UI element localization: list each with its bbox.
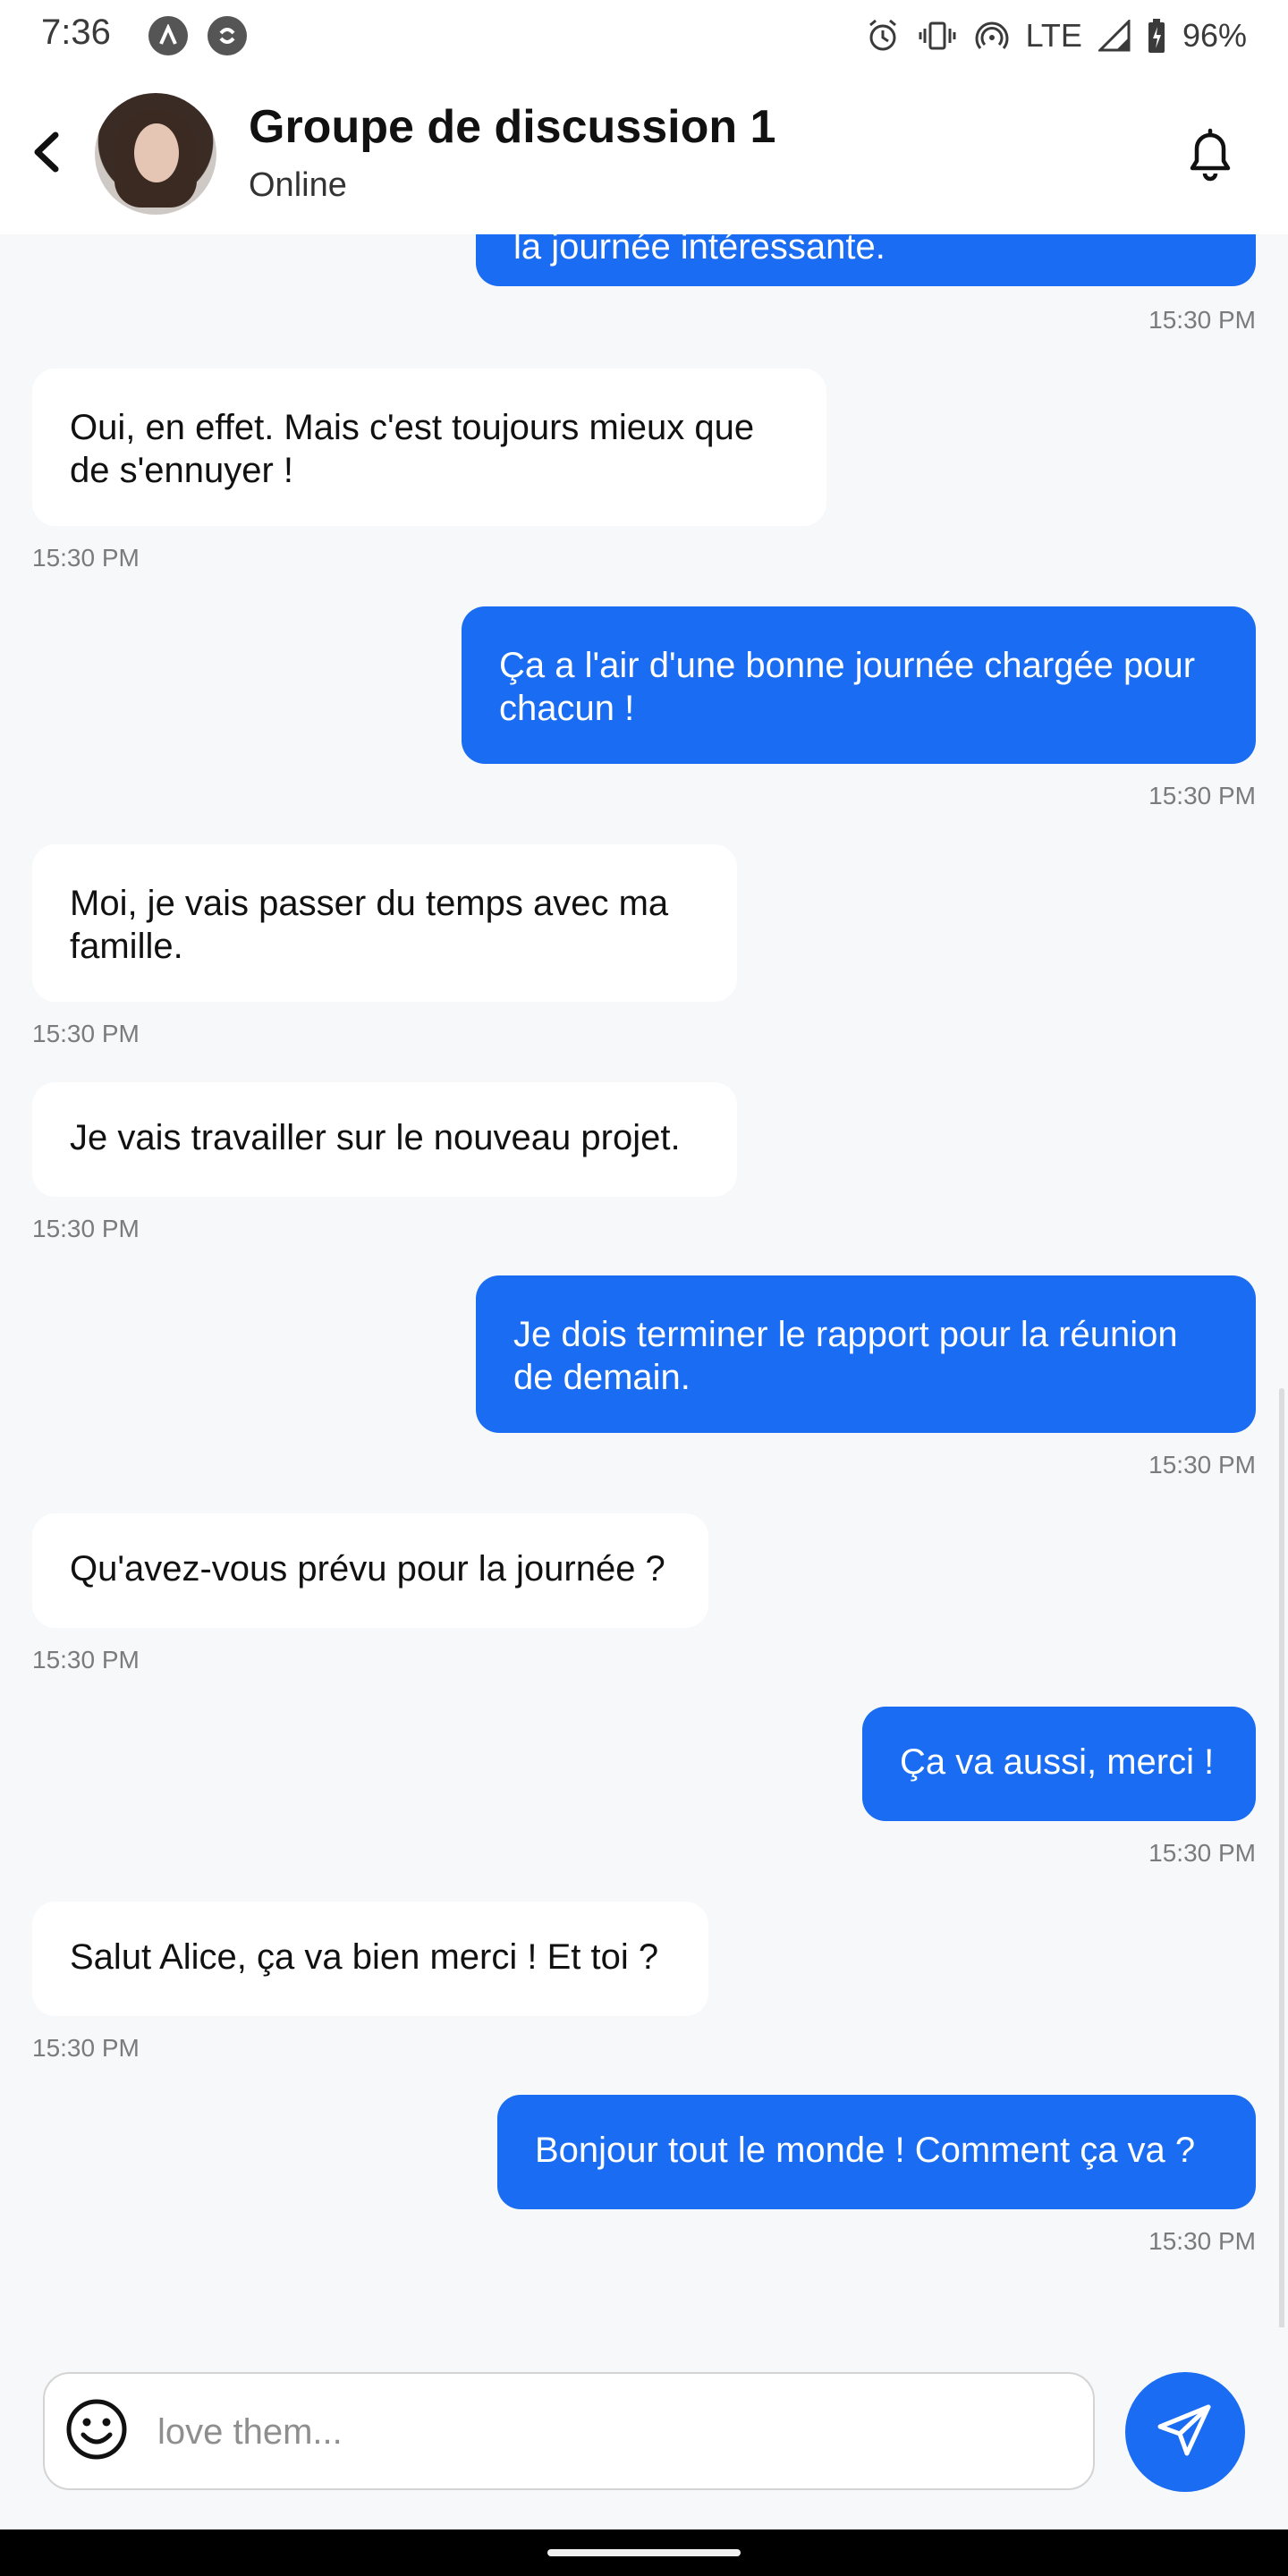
message-text: Qu'avez-vous prévu pour la journée ? [70, 1549, 665, 1589]
message-input-container [43, 2372, 1095, 2490]
network-type: LTE [1025, 17, 1082, 54]
message-text: Ça va aussi, merci ! [900, 1742, 1215, 1782]
message-text: Je dois terminer le rapport pour la réun… [513, 1315, 1178, 1397]
message-bubble-incoming: Salut Alice, ça va bien merci ! Et toi ? [32, 1902, 708, 2016]
message-text: Ça a l'air d'une bonne journée chargée p… [499, 646, 1196, 728]
back-button[interactable] [18, 125, 75, 182]
message-list[interactable]: la journée intéressante. 15:30 PM Oui, e… [0, 234, 1288, 2327]
message-timestamp: 15:30 PM [1148, 2227, 1256, 2255]
hotspot-icon [974, 18, 1010, 54]
message-bubble-outgoing: Ça a l'air d'une bonne journée chargée p… [462, 606, 1256, 764]
message-bubble-incoming: Je vais travailler sur le nouveau projet… [32, 1082, 737, 1197]
presence-status: Online [249, 166, 347, 204]
message-timestamp: 15:30 PM [1148, 1839, 1256, 1867]
emoji-button[interactable] [61, 2395, 132, 2467]
message-bubble-incoming: Qu'avez-vous prévu pour la journée ? [32, 1513, 708, 1628]
message-bubble-outgoing: la journée intéressante. [476, 234, 1256, 286]
system-nav-bar [0, 2529, 1288, 2576]
message-text: la journée intéressante. [513, 234, 886, 267]
paper-plane-icon [1157, 2402, 1214, 2463]
message-timestamp: 15:30 PM [32, 2034, 140, 2062]
message-timestamp: 15:30 PM [32, 544, 140, 572]
chat-header: Groupe de discussion 1 Online [0, 73, 1288, 234]
sync-notification-icon [208, 16, 247, 55]
message-bubble-outgoing: Bonjour tout le monde ! Comment ça va ? [497, 2095, 1256, 2209]
message-text: Je vais travailler sur le nouveau projet… [70, 1118, 681, 1157]
message-bubble-incoming: Moi, je vais passer du temps avec ma fam… [32, 844, 737, 1002]
message-timestamp: 15:30 PM [32, 1215, 140, 1242]
message-bubble-incoming: Oui, en effet. Mais c'est toujours mieux… [32, 369, 826, 526]
message-text: Bonjour tout le monde ! Comment ça va ? [535, 2131, 1196, 2170]
battery-level: 96% [1182, 17, 1247, 54]
status-bar: 7:36 LTE 96% [0, 0, 1288, 73]
status-time: 7:36 [41, 13, 111, 52]
vibrate-icon [917, 18, 958, 54]
message-bubble-outgoing: Ça va aussi, merci ! [862, 1707, 1256, 1821]
message-text: Moi, je vais passer du temps avec ma fam… [70, 884, 669, 966]
page-title: Groupe de discussion 1 [249, 101, 776, 153]
home-gesture-handle[interactable] [547, 2549, 741, 2556]
send-button[interactable] [1125, 2372, 1245, 2492]
message-timestamp: 15:30 PM [1148, 1451, 1256, 1479]
smiley-icon [64, 2397, 129, 2466]
app-notification-icon [148, 16, 188, 55]
avatar[interactable] [95, 93, 216, 215]
message-text: Salut Alice, ça va bien merci ! Et toi ? [70, 1937, 659, 1977]
scrollbar[interactable] [1279, 1388, 1284, 2327]
signal-icon [1097, 20, 1131, 52]
alarm-icon [865, 18, 901, 54]
message-timestamp: 15:30 PM [1148, 782, 1256, 809]
composer-bar [0, 2327, 1288, 2529]
chevron-left-icon [30, 131, 63, 177]
message-timestamp: 15:30 PM [32, 1646, 140, 1674]
message-timestamp: 15:30 PM [32, 1020, 140, 1047]
bell-icon [1183, 125, 1237, 189]
message-input[interactable] [156, 2394, 1063, 2470]
notifications-button[interactable] [1174, 120, 1247, 193]
message-bubble-outgoing: Je dois terminer le rapport pour la réun… [476, 1275, 1256, 1433]
message-timestamp: 15:30 PM [1148, 306, 1256, 334]
battery-icon [1147, 18, 1166, 54]
message-text: Oui, en effet. Mais c'est toujours mieux… [70, 408, 755, 490]
